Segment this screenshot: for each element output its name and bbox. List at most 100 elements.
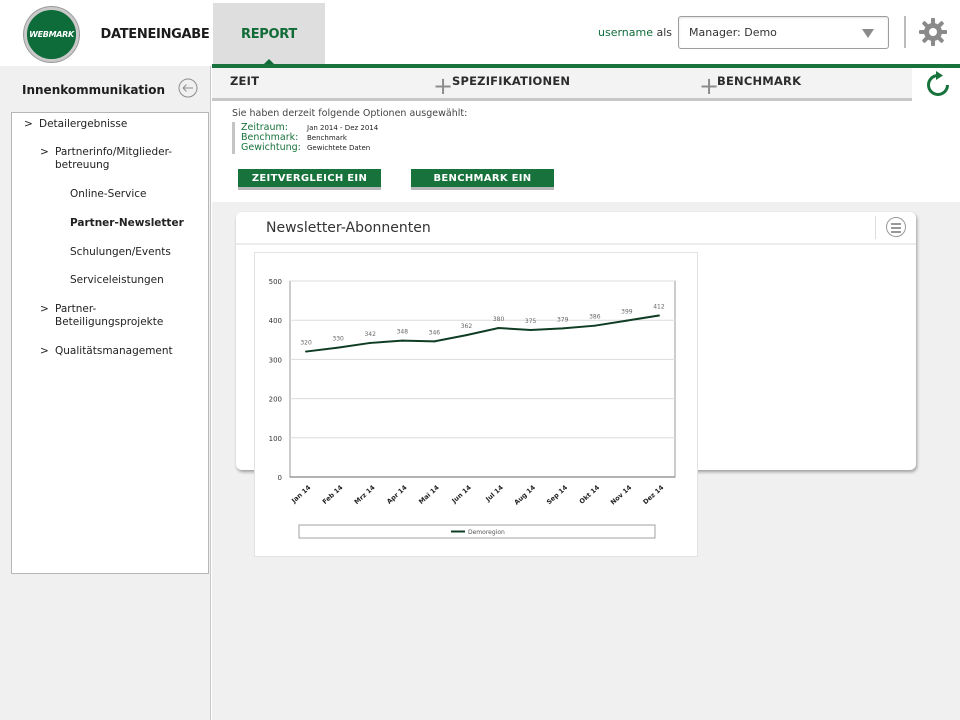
data-label: 348 [397, 329, 409, 336]
data-point [593, 324, 596, 327]
data-point [625, 319, 628, 322]
data-point [657, 314, 660, 317]
step-tabs: ZEIT + SPEZIFIKATIONEN + BENCHMARK [212, 68, 912, 101]
data-label: 375 [525, 318, 537, 325]
data-point [401, 339, 404, 342]
y-tick-label: 0 [278, 474, 282, 482]
x-tick-label: Aug 14 [513, 483, 538, 506]
tab-spezifikationen[interactable]: SPEZIFIKATIONEN [452, 74, 570, 88]
benchmark-button[interactable]: BENCHMARK EIN [411, 169, 554, 190]
filter-area: ZEIT + SPEZIFIKATIONEN + BENCHMARK Sie h… [212, 68, 960, 202]
sidebar-item-qualitaetsmanagement[interactable]: > Qualitätsmanagement [40, 345, 205, 358]
tab-report[interactable]: REPORT [213, 3, 325, 66]
y-tick-label: 500 [269, 278, 282, 286]
sidebar-item-partner-newsletter[interactable]: Partner-Newsletter [70, 217, 205, 230]
x-tick-label: Sep 14 [545, 483, 569, 506]
nav-prefix: > [40, 146, 49, 158]
options-summary: Zeitraum: Jan 2014 - Dez 2014 Benchmark: B… [232, 122, 392, 154]
nav-prefix: > [40, 345, 49, 357]
webmark-logo[interactable]: WEBMARK [24, 7, 79, 62]
manager-select-value: Manager: Demo [689, 26, 777, 39]
options-title: Sie haben derzeit folgende Optionen ausg… [232, 108, 468, 119]
x-tick-label: Mai 14 [417, 483, 441, 506]
gear-icon[interactable] [918, 17, 948, 47]
chevron-down-icon [862, 29, 874, 38]
legend-label: Demoregion [468, 529, 505, 536]
nav-prefix: > [24, 118, 33, 130]
sidebar-item-label: Schulungen/Events [70, 246, 171, 258]
option-value: Jan 2014 - Dez 2014 [307, 124, 379, 132]
sidebar-item-label: Detailergebnisse [39, 118, 128, 130]
sidebar-item-label: Qualitätsmanagement [55, 345, 173, 357]
x-tick-label: Dez 14 [641, 483, 665, 506]
y-tick-label: 400 [269, 317, 282, 325]
y-tick-label: 100 [269, 435, 282, 443]
tab-dateneingabe[interactable]: DATENEINGABE [101, 3, 210, 65]
y-tick-label: 200 [269, 396, 282, 404]
sidebar-item-label: Partner-Newsletter [70, 217, 184, 229]
arrow-left-circle-icon[interactable] [178, 78, 198, 98]
data-label: 380 [493, 316, 505, 323]
data-label: 342 [364, 331, 376, 338]
data-point [497, 327, 500, 330]
plus-icon: + [433, 72, 454, 100]
sidebar-item-label: Partnerinfo/Mitglieder-betreuung [55, 146, 173, 171]
x-tick-label: Nov 14 [609, 483, 634, 506]
option-value: Gewichtete Daten [307, 144, 371, 152]
sidebar-nav: > Detailergebnisse > Partnerinfo/Mitglie… [11, 112, 209, 574]
app-header: WEBMARK DATENEINGABE REPORT username als… [0, 0, 960, 68]
data-label: 330 [332, 336, 344, 343]
username-text: username [598, 26, 653, 39]
x-tick-label: Mrz 14 [353, 483, 377, 506]
sidebar: Innenkommunikation > Detailergebnisse > … [0, 66, 211, 720]
data-label: 320 [300, 340, 312, 347]
sidebar-item-label: Online-Service [70, 188, 147, 200]
data-point [337, 346, 340, 349]
tab-benchmark[interactable]: BENCHMARK [717, 74, 801, 88]
data-label: 379 [557, 316, 569, 323]
x-tick-label: Jun 14 [450, 483, 474, 505]
option-value: Benchmark [307, 134, 347, 142]
x-tick-label: Feb 14 [321, 483, 345, 506]
user-label: username als [598, 26, 672, 39]
sidebar-item-schulungen[interactable]: Schulungen/Events [70, 246, 200, 259]
data-label: 386 [589, 314, 601, 321]
sidebar-item-online-service[interactable]: Online-Service [70, 188, 200, 201]
sidebar-item-beteiligungsprojekte[interactable]: > Partner-Beteiligungsprojekte [40, 303, 163, 329]
data-label: 399 [621, 309, 633, 316]
card-separator [236, 243, 916, 245]
option-row: Gewichtung: Gewichtete Daten [241, 143, 370, 153]
sidebar-item-detailergebnisse[interactable]: > Detailergebnisse [24, 118, 204, 131]
card-divider [875, 216, 876, 239]
x-tick-label: Jul 14 [483, 483, 505, 504]
line-chart: 0 100 200 300 400 500 Jan 14 Feb 14 Mrz 14 Apr 14… [269, 278, 676, 539]
nav-prefix: > [40, 303, 49, 315]
x-tick-label: Jan 14 [289, 483, 312, 505]
y-tick-label: 300 [269, 356, 282, 364]
data-point [369, 341, 372, 344]
sidebar-item-serviceleistungen[interactable]: Serviceleistungen [70, 274, 200, 287]
data-point [433, 340, 436, 343]
x-tick-label: Apr 14 [385, 483, 409, 505]
username-suffix: als [656, 26, 673, 39]
data-point [529, 329, 532, 331]
zeitvergleich-button[interactable]: ZEITVERGLEICH EIN [238, 169, 381, 190]
data-point [561, 327, 564, 330]
sidebar-title: Innenkommunikation [22, 83, 166, 97]
hamburger-circle-icon[interactable] [886, 217, 906, 237]
option-key: Gewichtung: [241, 142, 301, 153]
card-title: Newsletter-Abonnenten [266, 220, 431, 236]
manager-select[interactable]: Manager: Demo [678, 16, 889, 49]
plot-area [289, 280, 676, 478]
x-tick-label: Okt 14 [578, 483, 602, 506]
header-divider [904, 16, 906, 48]
sidebar-item-partnerinfo[interactable]: > Partnerinfo/Mitglieder-betreuung [40, 146, 180, 172]
data-point [465, 334, 468, 337]
data-label: 412 [653, 303, 665, 310]
data-label: 362 [461, 323, 473, 330]
data-point [305, 350, 308, 353]
sidebar-item-label: Serviceleistungen [70, 274, 164, 286]
chart-panel: 0 100 200 300 400 500 Jan 14 Feb 14 Mrz 14 Apr 14… [254, 252, 698, 557]
refresh-icon[interactable] [922, 70, 954, 100]
tab-zeit[interactable]: ZEIT [230, 74, 259, 88]
